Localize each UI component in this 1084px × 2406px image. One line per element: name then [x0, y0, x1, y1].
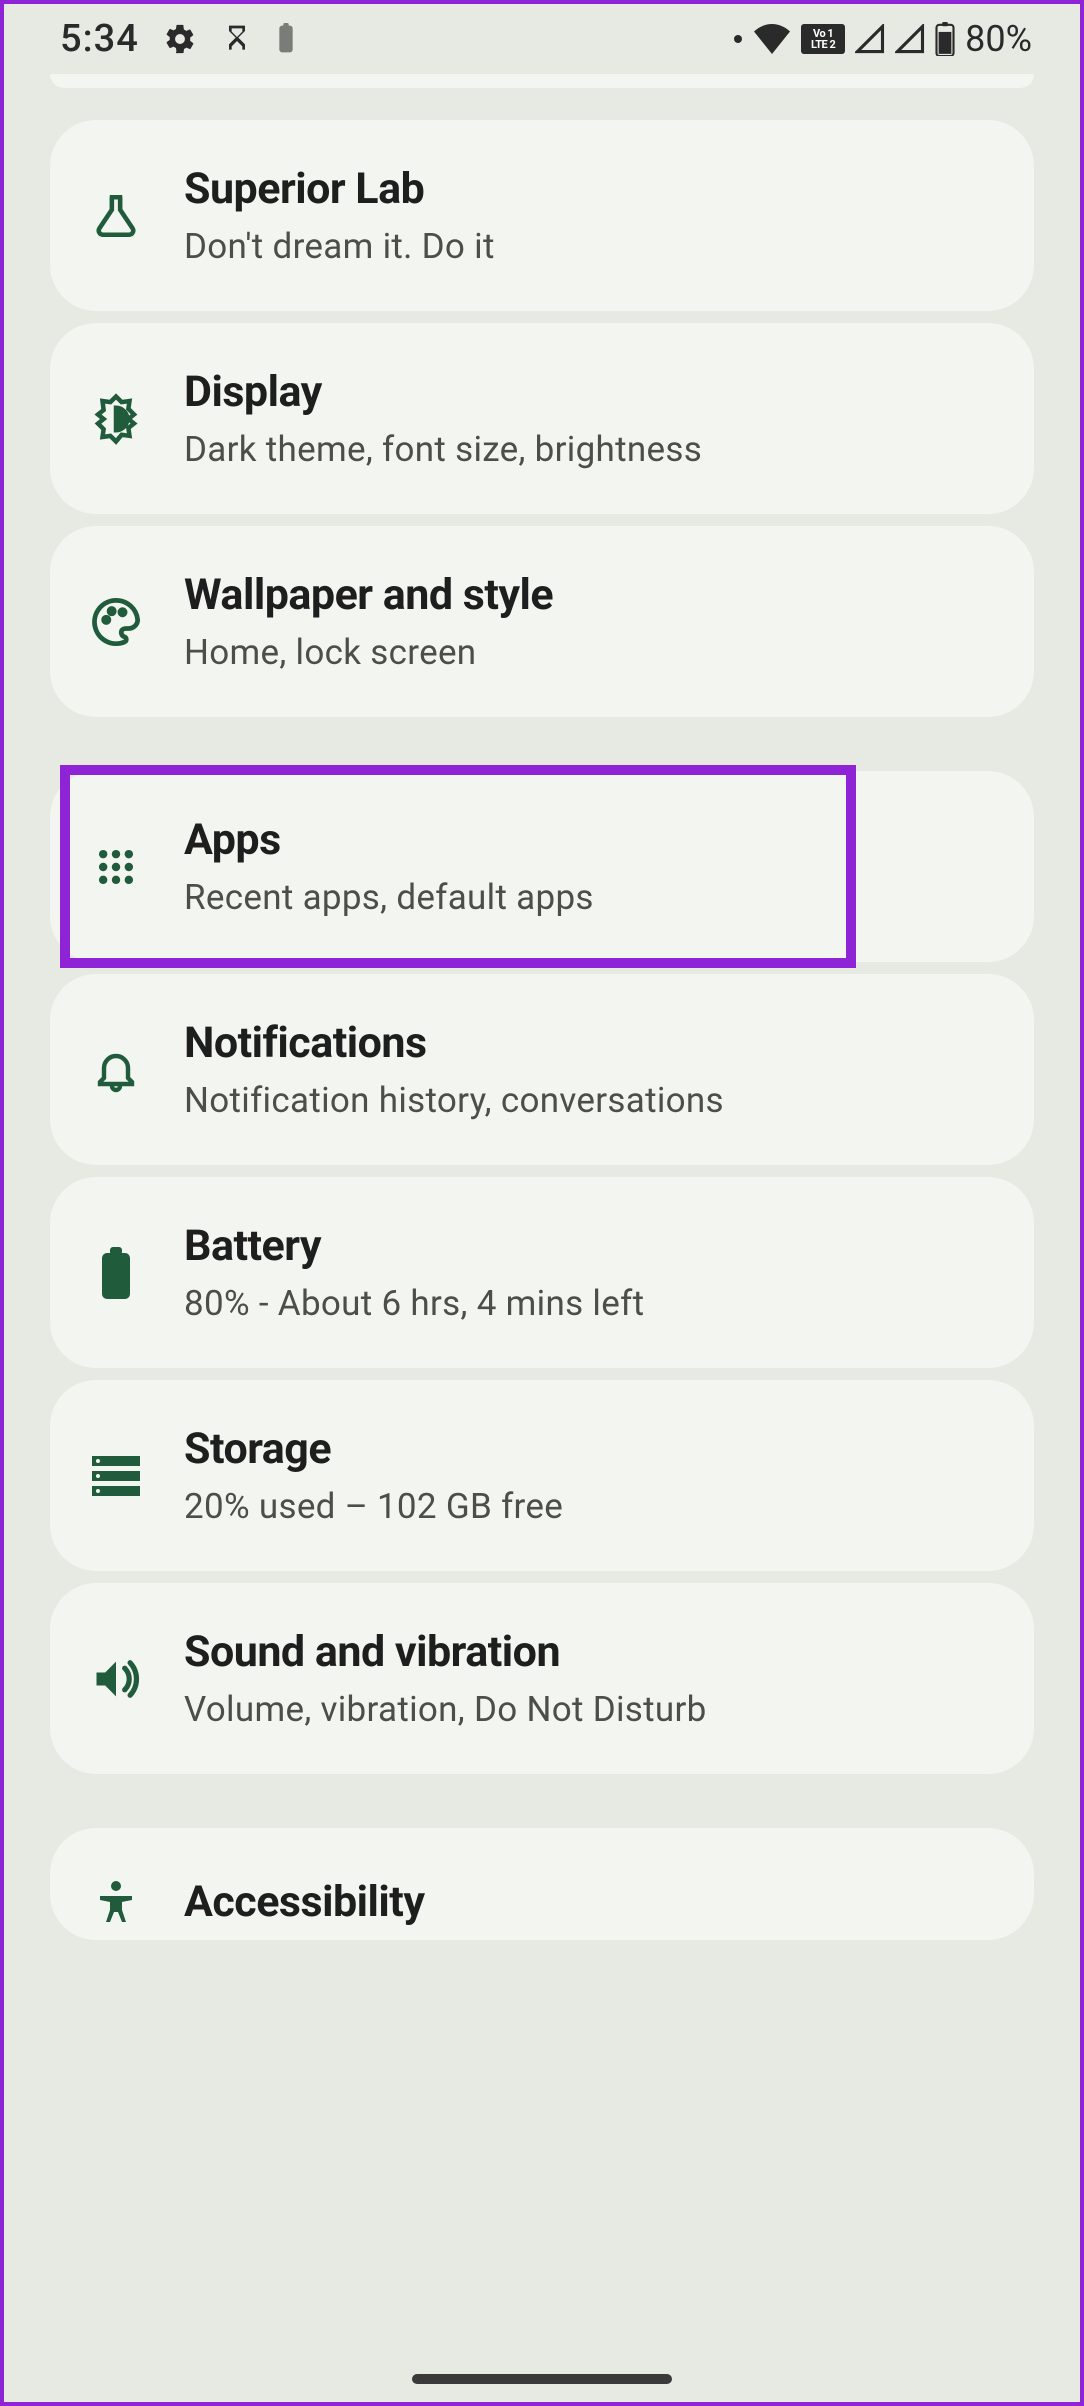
- accessibility-icon: [86, 1872, 146, 1932]
- battery-small-icon: [277, 23, 295, 55]
- settings-item-battery[interactable]: Battery 80% - About 6 hrs, 4 mins left: [50, 1177, 1034, 1368]
- battery-percent: 80%: [965, 18, 1032, 60]
- volume-icon: [86, 1649, 146, 1709]
- hourglass-icon: [221, 23, 253, 55]
- item-subtitle: Dark theme, font size, brightness: [184, 429, 998, 470]
- item-title: Superior Lab: [184, 164, 998, 214]
- item-subtitle: 20% used – 102 GB free: [184, 1486, 998, 1527]
- bell-icon: [86, 1040, 146, 1100]
- settings-item-sound[interactable]: Sound and vibration Volume, vibration, D…: [50, 1583, 1034, 1774]
- settings-group: Accessibility: [50, 1828, 1034, 1940]
- item-title: Sound and vibration: [184, 1627, 998, 1677]
- settings-item-accessibility[interactable]: Accessibility: [50, 1828, 1034, 1940]
- item-subtitle: Home, lock screen: [184, 632, 998, 673]
- battery-icon: [935, 22, 955, 56]
- item-subtitle: 80% - About 6 hrs, 4 mins left: [184, 1283, 998, 1324]
- item-title: Display: [184, 367, 998, 417]
- settings-list: Superior Lab Don't dream it. Do it Displ…: [4, 74, 1080, 1940]
- status-bar: 5:34 Vo 1 LTE 2 80%: [4, 4, 1080, 74]
- settings-icon: [163, 22, 197, 56]
- signal-icon-1: [855, 24, 885, 54]
- item-subtitle: Recent apps, default apps: [184, 877, 998, 918]
- settings-item-display[interactable]: Display Dark theme, font size, brightnes…: [50, 323, 1034, 514]
- settings-item-wallpaper[interactable]: Wallpaper and style Home, lock screen: [50, 526, 1034, 717]
- settings-group: Superior Lab Don't dream it. Do it Displ…: [50, 120, 1034, 717]
- settings-group: Apps Recent apps, default apps Notificat…: [50, 771, 1034, 1774]
- settings-item-notifications[interactable]: Notifications Notification history, conv…: [50, 974, 1034, 1165]
- dot-icon: [733, 34, 743, 44]
- item-title: Battery: [184, 1221, 998, 1271]
- palette-icon: [86, 592, 146, 652]
- settings-item-superior-lab[interactable]: Superior Lab Don't dream it. Do it: [50, 120, 1034, 311]
- signal-icon-2: [895, 24, 925, 54]
- brightness-icon: [86, 389, 146, 449]
- item-title: Storage: [184, 1424, 998, 1474]
- item-subtitle: Notification history, conversations: [184, 1080, 998, 1121]
- battery-icon: [86, 1243, 146, 1303]
- storage-icon: [86, 1446, 146, 1506]
- apps-grid-icon: [86, 837, 146, 897]
- navigation-gesture-bar[interactable]: [412, 2374, 672, 2384]
- settings-item-storage[interactable]: Storage 20% used – 102 GB free: [50, 1380, 1034, 1571]
- wifi-icon: [753, 24, 791, 54]
- item-title: Apps: [184, 815, 998, 865]
- volte-icon: Vo 1 LTE 2: [801, 24, 845, 54]
- item-title: Accessibility: [184, 1877, 998, 1927]
- settings-item-apps[interactable]: Apps Recent apps, default apps: [50, 771, 1034, 962]
- item-subtitle: Don't dream it. Do it: [184, 226, 998, 267]
- item-title: Wallpaper and style: [184, 570, 998, 620]
- flask-icon: [86, 186, 146, 246]
- status-clock: 5:34: [60, 17, 139, 61]
- previous-card-sliver: [50, 74, 1034, 88]
- item-subtitle: Volume, vibration, Do Not Disturb: [184, 1689, 998, 1730]
- item-title: Notifications: [184, 1018, 998, 1068]
